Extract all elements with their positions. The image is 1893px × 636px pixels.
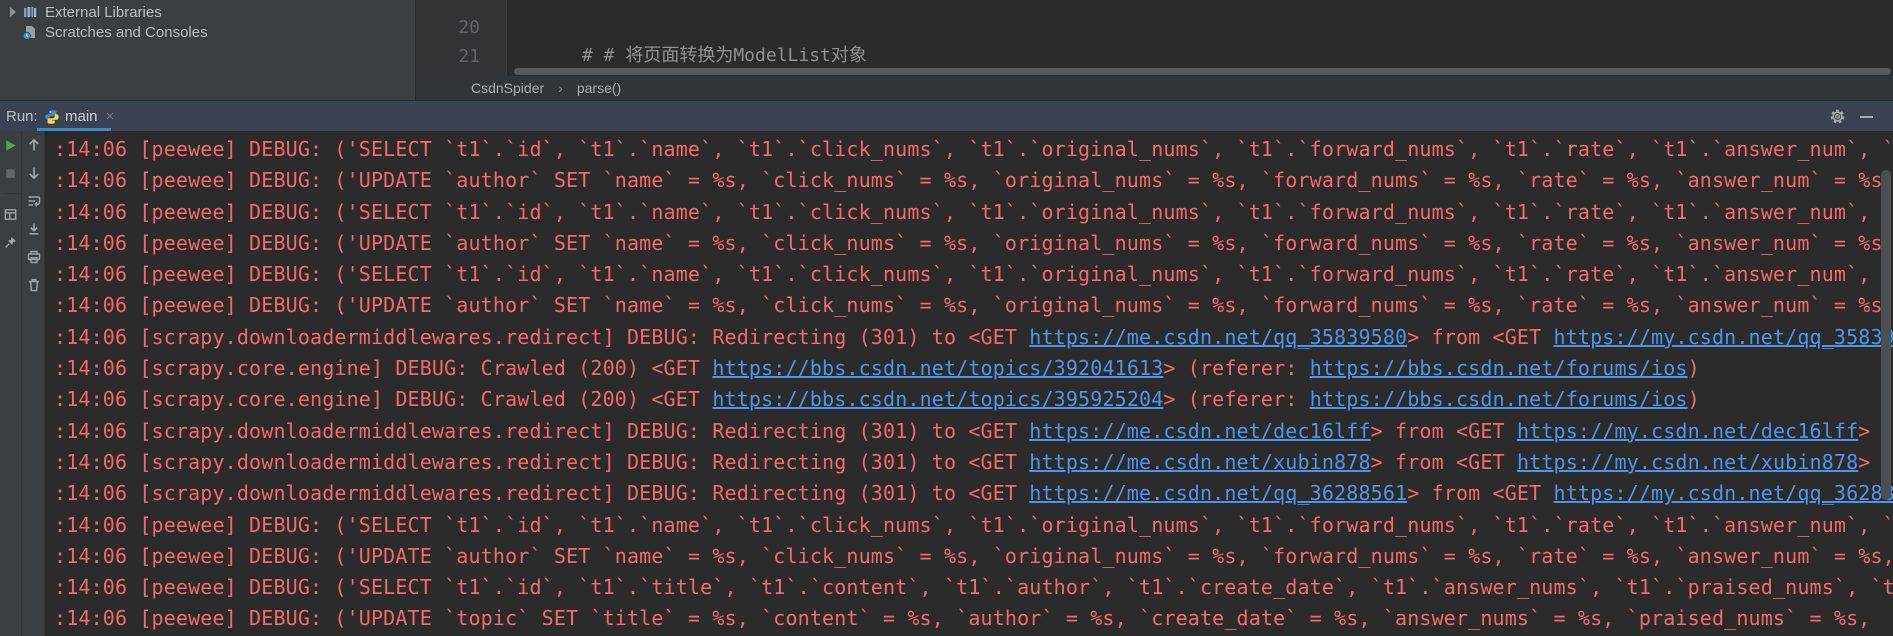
editor-horizontal-scrollbar[interactable] xyxy=(514,68,1891,75)
breadcrumb: CsdnSpider › parse() xyxy=(415,76,1893,100)
breadcrumb-file[interactable]: CsdnSpider xyxy=(471,80,544,96)
console-link[interactable]: https://bbs.csdn.net/forums/ios xyxy=(1310,356,1688,380)
console-link[interactable]: https://me.csdn.net/dec16lff xyxy=(1029,419,1370,443)
console-link[interactable]: https://me.csdn.net/qq_35839580 xyxy=(1029,325,1407,349)
restore-layout-button[interactable] xyxy=(3,206,19,222)
chevron-right-icon[interactable] xyxy=(10,7,16,17)
hide-tool-window-button[interactable] xyxy=(1860,115,1873,118)
console-line: :14:06 [scrapy.downloadermiddlewares.red… xyxy=(54,478,1893,509)
console-link[interactable]: https://my.csdn.net/dec16lff xyxy=(1517,419,1858,443)
console-line: :14:06 [peewee] DEBUG: ('UPDATE `author`… xyxy=(54,230,1893,255)
console-link[interactable]: https://my.csdn.net/qq_36288561 xyxy=(1554,481,1893,505)
pin-button[interactable] xyxy=(3,234,19,250)
breadcrumb-separator-icon: › xyxy=(558,80,563,96)
project-panel: External Libraries Scratches and Console… xyxy=(0,0,415,100)
breadcrumb-method[interactable]: parse() xyxy=(577,80,621,96)
up-stack-trace-button[interactable] xyxy=(26,137,42,153)
rerun-play-button[interactable] xyxy=(3,137,19,153)
scratches-icon xyxy=(22,24,38,40)
down-stack-trace-button[interactable] xyxy=(26,165,42,181)
settings-gear-button[interactable] xyxy=(1829,108,1846,125)
tree-item-label: Scratches and Consoles xyxy=(45,23,208,41)
tree-item-label: External Libraries xyxy=(45,3,162,21)
soft-wrap-button[interactable] xyxy=(26,193,42,209)
console-line: :14:06 [scrapy.downloadermiddlewares.red… xyxy=(54,322,1893,353)
console-line: :14:06 [peewee] DEBUG: ('SELECT `t1`.`id… xyxy=(54,199,1893,224)
scroll-to-end-button[interactable] xyxy=(26,221,42,237)
console-line: :14:06 [scrapy.downloadermiddlewares.red… xyxy=(54,418,1871,443)
console-vertical-scrollbar[interactable] xyxy=(1881,170,1891,500)
tree-item-scratches[interactable]: Scratches and Consoles xyxy=(22,22,208,42)
console-line: :14:06 [peewee] DEBUG: ('SELECT `t1`.`id… xyxy=(54,512,1893,537)
close-icon[interactable]: × xyxy=(106,108,115,125)
console-line: :14:06 [scrapy.core.engine] DEBUG: Crawl… xyxy=(54,387,1700,412)
tree-item-external-libraries[interactable]: External Libraries xyxy=(10,2,162,22)
console-line: :14:06 [scrapy.core.engine] DEBUG: Crawl… xyxy=(54,356,1700,381)
console-line: :14:06 [peewee] DEBUG: ('SELECT `t1`.`id… xyxy=(54,262,1893,287)
console-link[interactable]: https://my.csdn.net/xubin878 xyxy=(1517,450,1858,474)
console-line: :14:06 [peewee] DEBUG: ('SELECT `t1`.`id… xyxy=(54,575,1893,600)
python-icon xyxy=(44,109,60,125)
console-link[interactable]: https://me.csdn.net/xubin878 xyxy=(1029,450,1370,474)
console-line: :14:06 [peewee] DEBUG: ('UPDATE `author`… xyxy=(54,168,1893,193)
console-link[interactable]: https://bbs.csdn.net/forums/ios xyxy=(1310,387,1688,411)
console-link[interactable]: https://bbs.csdn.net/topics/392041613 xyxy=(712,356,1163,380)
code-editor[interactable]: 20 # # 将页面转换为ModelList对象 21 # sel = Sele… xyxy=(415,0,1893,76)
console-line: :14:06 [peewee] DEBUG: ('UPDATE `author`… xyxy=(54,543,1893,568)
external-libraries-icon xyxy=(22,4,38,20)
clear-console-trash-button[interactable] xyxy=(26,277,42,293)
console-line: :14:06 [scrapy.downloadermiddlewares.red… xyxy=(54,449,1871,474)
toolbar-separator xyxy=(2,193,19,194)
run-console-output[interactable]: :14:06 [peewee] DEBUG: ('SELECT `t1`.`id… xyxy=(46,131,1893,636)
console-link[interactable]: https://bbs.csdn.net/topics/395925204 xyxy=(712,387,1163,411)
console-line: :14:06 [peewee] DEBUG: ('UPDATE `author`… xyxy=(54,293,1893,318)
run-tool-window-header: Run: main × xyxy=(0,100,1893,131)
stop-button[interactable] xyxy=(3,165,19,181)
console-line: :14:06 [peewee] DEBUG: ('UPDATE `topic` … xyxy=(54,606,1871,631)
console-line: :14:06 [peewee] DEBUG: ('SELECT `t1`.`id… xyxy=(54,137,1893,161)
run-tab-title: main xyxy=(65,108,98,125)
run-label: Run: xyxy=(6,108,38,125)
console-link[interactable]: https://me.csdn.net/qq_36288561 xyxy=(1029,481,1407,505)
console-link[interactable]: https://my.csdn.net/qq_35839580 xyxy=(1554,325,1893,349)
print-button[interactable] xyxy=(26,249,42,265)
run-toolbar xyxy=(0,131,45,636)
